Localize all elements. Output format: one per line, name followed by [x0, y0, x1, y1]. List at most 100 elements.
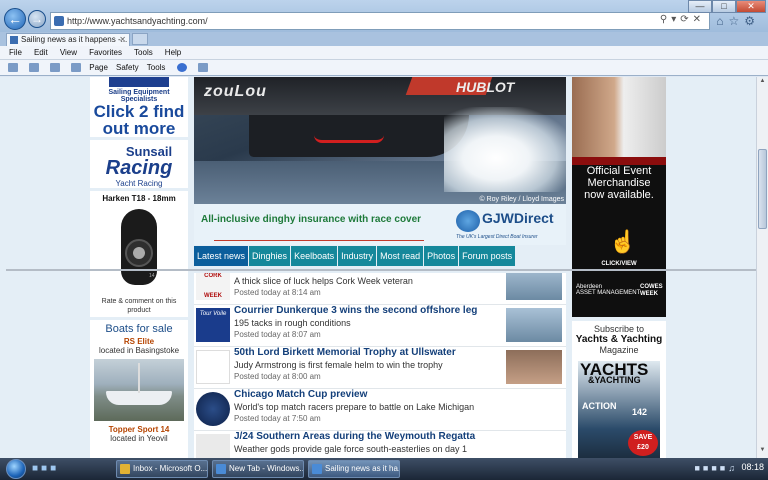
gjw-brand: GJWDirect [482, 210, 554, 226]
sunsail-sub: Yacht Racing [115, 179, 163, 188]
home-icon[interactable]: ⌂ [716, 14, 728, 28]
list-item[interactable]: Chicago Match Cup preview World's top ma… [194, 389, 566, 431]
news-title[interactable]: J/24 Southern Areas during the Weymouth … [234, 431, 475, 442]
boats-for-sale: Boats for sale RS Elite located in Basin… [90, 320, 188, 458]
list-item[interactable]: CORK WEEK A thick slice of luck helps Co… [194, 273, 566, 305]
menu-tools[interactable]: Tools [134, 46, 153, 60]
tab-photos[interactable]: Photos [424, 246, 459, 266]
menu-edit[interactable]: Edit [34, 46, 48, 60]
menu-file[interactable]: File [9, 46, 22, 60]
menu-favorites[interactable]: Favorites [89, 46, 122, 60]
news-time: Posted today at 7:50 am [234, 414, 321, 423]
vertical-scrollbar[interactable]: ▲ ▼ [756, 77, 768, 458]
boat-location-2: located in Yeovil [110, 434, 168, 443]
ad-banner-graphic [109, 77, 169, 87]
news-title[interactable]: 50th Lord Birkett Memorial Trophy at Ull… [234, 347, 456, 358]
scroll-thumb[interactable] [758, 149, 767, 229]
ie-icon [312, 464, 322, 474]
task-outlook[interactable]: Inbox - Microsoft O... [116, 460, 208, 478]
tab-strip: Sailing news as it happens -... ✕ [0, 32, 768, 46]
system-tray[interactable]: ■■■■♫ [695, 463, 739, 473]
menu-help[interactable]: Help [165, 46, 181, 60]
news-time: Posted today at 8:00 am [234, 372, 321, 381]
tab-industry[interactable]: Industry [338, 246, 377, 266]
mag-title2: &YACHTING [588, 375, 641, 385]
url-input[interactable] [67, 14, 627, 28]
ad-headline: Click 2 find out more [93, 102, 185, 138]
minimize-button[interactable]: — [688, 0, 712, 13]
news-desc: A thick slice of luck helps Cork Week ve… [234, 276, 413, 286]
command-bar: Page Safety Tools [0, 60, 768, 76]
list-item[interactable]: 50th Lord Birkett Memorial Trophy at Ull… [194, 347, 566, 389]
pulley-block-icon: 14 [109, 209, 169, 289]
insurance-banner[interactable]: All-inclusive dinghy insurance with race… [194, 204, 566, 245]
favorites-star-icon[interactable]: ☆ [728, 14, 744, 28]
subscribe-line3: Magazine [599, 345, 639, 355]
gear-icon[interactable]: ⚙ [744, 14, 760, 28]
subscribe-ad[interactable]: Subscribe to Yachts & Yachting Magazine … [572, 321, 666, 458]
boat-name-1[interactable]: RS Elite [90, 337, 188, 346]
clock[interactable]: 08:18 [741, 462, 764, 472]
feeds-icon[interactable] [29, 62, 40, 72]
home-cmd-icon[interactable] [8, 62, 18, 72]
title-bar: ← → ⚲▾⟳✕ — □ ✕ ⌂☆⚙ [0, 0, 768, 32]
mail-icon[interactable] [50, 62, 61, 72]
hand-cursor-icon: ☝ [609, 229, 637, 254]
scroll-down-icon[interactable]: ▼ [758, 447, 767, 457]
list-item[interactable]: J/24 Southern Areas during the Weymouth … [194, 431, 566, 458]
hero-image[interactable]: zouLou HUBLOT © Roy Riley / Lloyd Images [194, 77, 566, 204]
tab-forum-posts[interactable]: Forum posts [459, 246, 516, 266]
equipment-ad[interactable]: Sailing Equipment Specialists Click 2 fi… [90, 77, 188, 137]
merchandise-ad[interactable]: Official Event Merchandise now available… [572, 77, 666, 317]
right-column: Official Event Merchandise now available… [572, 77, 666, 458]
back-button[interactable]: ← [4, 8, 26, 30]
close-window-button[interactable]: ✕ [736, 0, 766, 13]
tab-keelboats[interactable]: Keelboats [291, 246, 338, 266]
start-button[interactable] [6, 459, 26, 479]
browser-tab[interactable]: Sailing news as it happens -... ✕ [6, 33, 130, 46]
tab-latest-news[interactable]: Latest news [194, 246, 249, 266]
news-list: CORK WEEK A thick slice of luck helps Co… [194, 273, 566, 458]
list-item[interactable]: Tour Voile Courrier Dunkerque 3 wins the… [194, 305, 566, 347]
tab-close-icon[interactable]: ✕ [119, 34, 126, 45]
menu-view[interactable]: View [60, 46, 77, 60]
hero-text-left: zouLou [204, 83, 267, 100]
news-time: Posted today at 8:07 am [234, 330, 321, 339]
page-menu[interactable]: Page [89, 60, 108, 76]
task-sailing-news[interactable]: Sailing news as it ha... [308, 460, 400, 478]
click-view[interactable]: CLICK/VIEW [572, 261, 666, 267]
safety-menu[interactable]: Safety [116, 60, 139, 76]
boats-heading: Boats for sale [105, 323, 173, 335]
forward-button[interactable]: → [28, 10, 46, 28]
mag-number: 142 [632, 407, 648, 417]
quick-launch[interactable]: ■■■ [32, 463, 59, 474]
tools-menu[interactable]: Tools [147, 60, 166, 76]
sunsail-racing: Racing [105, 157, 173, 179]
address-bar[interactable]: ⚲▾⟳✕ [50, 12, 710, 30]
maximize-button[interactable]: □ [712, 0, 736, 13]
news-title[interactable]: Chicago Match Cup preview [234, 389, 367, 400]
boat-name-2[interactable]: Topper Sport 14 [90, 425, 188, 434]
magazine-cover: YACHTS &YACHTING ACTION 142 SAVE £20 [578, 361, 660, 458]
new-tab-button[interactable] [132, 33, 148, 45]
sunsail-ad[interactable]: Sunsail Racing Yacht Racing [90, 140, 188, 188]
tab-dinghies[interactable]: Dinghies [249, 246, 291, 266]
print-icon[interactable] [71, 62, 82, 72]
news-thumb [196, 350, 230, 384]
help-icon[interactable] [176, 62, 187, 72]
harken-product[interactable]: Harken T18 - 18mm 14 Rate & comment on t… [90, 191, 188, 317]
research-icon[interactable] [197, 62, 208, 72]
news-thumb: Tour Voile [196, 308, 230, 342]
scroll-up-icon[interactable]: ▲ [758, 78, 767, 88]
address-actions[interactable]: ⚲▾⟳✕ [660, 14, 705, 25]
news-thumb [196, 434, 230, 458]
rate-link[interactable]: Rate & comment on this product [92, 297, 186, 315]
news-title[interactable]: Courrier Dunkerque 3 wins the second off… [234, 305, 477, 316]
subscribe-line2: Yachts & Yachting [575, 334, 663, 345]
ie-icon [216, 464, 226, 474]
tab-most-read[interactable]: Most read [377, 246, 424, 266]
site-favicon-icon [54, 16, 64, 26]
boat-photo[interactable] [94, 359, 184, 421]
tab-favicon-icon [10, 36, 18, 44]
task-new-tab[interactable]: New Tab - Windows... [212, 460, 304, 478]
